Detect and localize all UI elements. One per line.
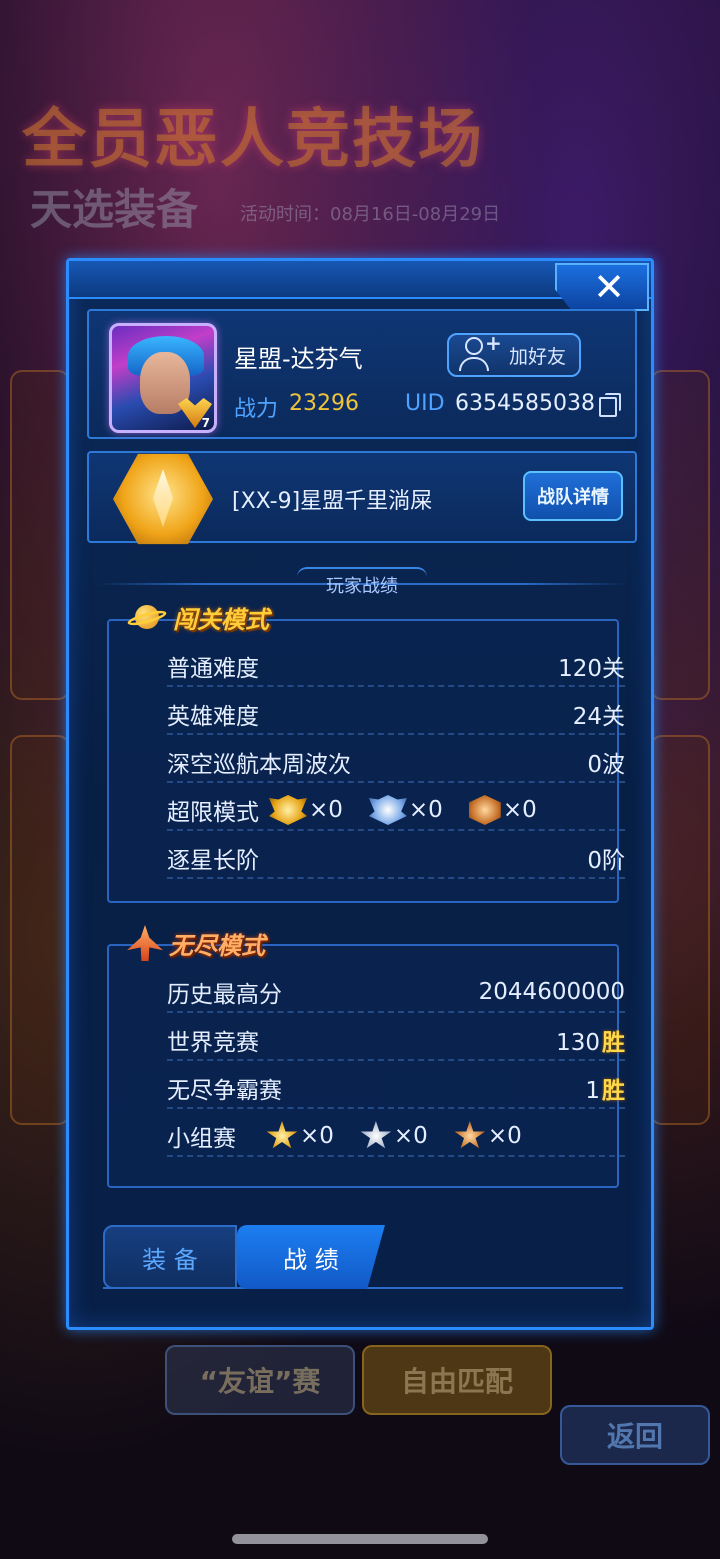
tab-strip: 装 备 战 绩 bbox=[103, 1225, 623, 1289]
stat-row: 英雄难度 24关 bbox=[167, 695, 625, 735]
close-icon: ✕ bbox=[593, 265, 625, 309]
stat-value: 24关 bbox=[572, 704, 625, 730]
profile-card: 7 星盟-达芬气 战力 23296 UID 6354585038 + 加好友 bbox=[87, 309, 637, 439]
medal-count: ×0 bbox=[502, 797, 537, 823]
stat-value: 0波 bbox=[587, 752, 625, 778]
win-count: 1 bbox=[585, 1078, 600, 1104]
back-button: 返回 bbox=[560, 1405, 710, 1465]
gold-star-medal-icon bbox=[266, 1121, 298, 1149]
win-count: 130 bbox=[556, 1030, 600, 1056]
medal-count: ×0 bbox=[393, 1123, 428, 1149]
add-person-icon: + bbox=[457, 331, 502, 375]
background-panel-right-lower bbox=[650, 735, 710, 1125]
background-panel-right bbox=[650, 370, 710, 700]
stat-label: 英雄难度 bbox=[167, 704, 259, 730]
medal-count: ×0 bbox=[309, 797, 343, 823]
bronze-star-medal-icon bbox=[454, 1121, 486, 1149]
background-subtitle: 天选装备 bbox=[30, 185, 199, 234]
stat-label: 逐星长阶 bbox=[167, 848, 259, 874]
avatar-rank-number: 7 bbox=[201, 416, 210, 430]
free-match-button: 自由匹配 bbox=[362, 1345, 552, 1415]
background-panel-left bbox=[10, 370, 70, 700]
team-card: [XX-9]星盟千里淌屎 战队详情 bbox=[87, 451, 637, 545]
stat-value: 2044600000 bbox=[478, 979, 625, 1005]
stat-row: 无尽争霸赛 1胜 bbox=[167, 1069, 625, 1109]
stat-label: 深空巡航本周波次 bbox=[167, 752, 351, 778]
bronze-medal-icon bbox=[468, 795, 501, 825]
rocket-icon bbox=[127, 925, 163, 961]
planet-icon bbox=[126, 601, 168, 633]
friendly-match-button: “友谊”赛 bbox=[165, 1345, 355, 1415]
player-info-modal: ✕ 7 星盟-达芬气 战力 23296 UID 6354585038 + 加好友… bbox=[66, 258, 654, 1330]
stat-row: 深空巡航本周波次 0波 bbox=[167, 743, 625, 783]
close-button[interactable]: ✕ bbox=[555, 263, 649, 311]
stat-label: 普通难度 bbox=[167, 656, 259, 682]
team-name: [XX-9]星盟千里淌屎 bbox=[232, 489, 433, 514]
stat-label: 无尽争霸赛 bbox=[167, 1078, 282, 1104]
section-heading: 玩家战绩 bbox=[297, 567, 427, 601]
endless-mode-title-text: 无尽模式 bbox=[169, 931, 265, 960]
extreme-mode-label: 超限模式 bbox=[167, 800, 259, 826]
medal-count: ×0 bbox=[300, 1123, 334, 1149]
stat-value: 130胜 bbox=[556, 1023, 625, 1057]
stat-label: 历史最高分 bbox=[167, 982, 282, 1008]
group-stage-label: 小组赛 bbox=[167, 1126, 236, 1152]
endless-mode-title: 无尽模式 bbox=[127, 921, 265, 965]
silver-star-medal-icon bbox=[360, 1121, 392, 1149]
stat-label: 世界竞赛 bbox=[167, 1030, 259, 1056]
stat-row: 世界竞赛 130胜 bbox=[167, 1021, 625, 1061]
silver-wing-medal-icon bbox=[368, 795, 407, 825]
stat-value: 120关 bbox=[558, 656, 625, 682]
win-suffix: 胜 bbox=[602, 1030, 625, 1056]
add-friend-button[interactable]: + 加好友 bbox=[447, 331, 581, 377]
avatar[interactable]: 7 bbox=[109, 323, 217, 433]
challenge-mode-title-text: 闯关模式 bbox=[173, 605, 269, 634]
copy-icon[interactable] bbox=[599, 393, 621, 417]
power-value: 23296 bbox=[289, 391, 359, 416]
uid-value: 6354585038 bbox=[455, 391, 595, 416]
win-suffix: 胜 bbox=[602, 1078, 625, 1104]
power-label: 战力 bbox=[234, 397, 279, 422]
stat-value: 0阶 bbox=[587, 848, 625, 874]
extreme-mode-row: 超限模式 ×0 ×0 ×0 bbox=[167, 791, 625, 831]
background-title: 全员恶人竞技场 bbox=[22, 103, 484, 177]
tab-record[interactable]: 战 绩 bbox=[237, 1225, 385, 1289]
team-emblem-icon bbox=[113, 453, 213, 545]
stat-row: 历史最高分 2044600000 bbox=[167, 973, 625, 1013]
challenge-mode-title: 闯关模式 bbox=[126, 595, 269, 639]
background-activity-time: 活动时间：08月16日-08月29日 bbox=[240, 204, 501, 225]
gold-wing-medal-icon bbox=[269, 795, 307, 825]
home-indicator[interactable] bbox=[232, 1534, 488, 1544]
stat-value: 1胜 bbox=[585, 1071, 625, 1105]
medal-count: ×0 bbox=[408, 797, 443, 823]
medal-count: ×0 bbox=[487, 1123, 522, 1149]
tab-equipment[interactable]: 装 备 bbox=[103, 1225, 237, 1289]
add-friend-label: 加好友 bbox=[509, 345, 567, 368]
group-stage-row: 小组赛 ×0 ×0 ×0 bbox=[167, 1117, 625, 1157]
background-panel-left-lower bbox=[10, 735, 70, 1125]
stat-row: 逐星长阶 0阶 bbox=[167, 839, 625, 879]
stat-row: 普通难度 120关 bbox=[167, 647, 625, 687]
player-name: 星盟-达芬气 bbox=[234, 345, 363, 373]
team-detail-button[interactable]: 战队详情 bbox=[523, 471, 623, 521]
uid-label: UID bbox=[405, 391, 445, 416]
